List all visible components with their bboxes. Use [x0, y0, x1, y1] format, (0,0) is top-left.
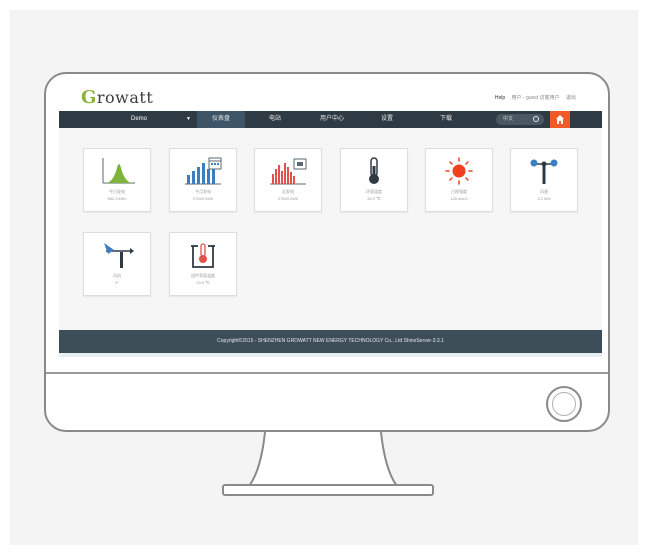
bar-calendar-icon	[170, 156, 236, 186]
tile-label: 环境温度	[366, 189, 382, 194]
tile-panel-temperature[interactable]: 组件背面温度 29.5 ℃	[169, 232, 237, 296]
tile-label: 风向	[113, 273, 121, 278]
tile-value: 27649 kWh	[192, 196, 214, 201]
tile-value: 27649 kWh	[277, 196, 299, 201]
tile-irradiance[interactable]: 日照强度 145 w/m2	[425, 148, 493, 212]
tile-label: 组件背面温度	[191, 273, 215, 278]
thermometer-icon	[341, 156, 407, 186]
nav-download[interactable]: 下载	[421, 111, 471, 128]
tile-today-energy[interactable]: 今日发电 582.3 kWh	[83, 148, 151, 212]
page: Growatt Help 用户 - guest 访客用户 退出 Demo ▼ 仪…	[0, 0, 646, 555]
sun-icon	[426, 156, 492, 186]
app-header: Growatt Help 用户 - guest 访客用户 退出	[59, 85, 602, 111]
area-chart-icon	[84, 156, 150, 186]
growatt-logo: Growatt	[81, 87, 154, 108]
language-search-box[interactable]: 中文	[496, 114, 544, 125]
tile-wind-direction[interactable]: 风向 3°	[83, 232, 151, 296]
nav-settings[interactable]: 设置	[362, 111, 412, 128]
home-button[interactable]	[550, 111, 570, 128]
wind-vane-icon	[84, 240, 150, 270]
search-icon	[533, 116, 539, 122]
tile-label: 总发电	[282, 189, 294, 194]
tile-value: 30.2 ℃	[367, 196, 381, 201]
tile-month-energy[interactable]: 今月发电 27649 kWh	[169, 148, 237, 212]
tile-total-energy[interactable]: 总发电 27649 kWh	[254, 148, 322, 212]
header-links: Help 用户 - guest 访客用户 退出	[490, 94, 576, 101]
panel-temperature-icon	[170, 240, 236, 270]
bezel-divider	[46, 372, 608, 374]
plant-selector-label: Demo	[131, 116, 148, 122]
nav-dashboard[interactable]: 仪表盘	[197, 111, 245, 128]
tile-value: 29.5 ℃	[196, 280, 210, 285]
tile-value: 3.2 M/s	[537, 196, 551, 201]
main-navbar: Demo ▼ 仪表盘 电站 用户中心 设置 下载 中文	[59, 111, 602, 128]
nav-user-center[interactable]: 用户中心	[305, 111, 359, 128]
app-footer: Copyright©2015 - SHENZHEN GROWATT NEW EN…	[59, 330, 602, 353]
nav-plant[interactable]: 电站	[251, 111, 299, 128]
plant-selector[interactable]: Demo ▼	[59, 111, 197, 128]
help-link[interactable]: Help	[495, 95, 505, 101]
tile-wind-speed[interactable]: 风速 3.2 M/s	[510, 148, 578, 212]
tile-label: 今日发电	[109, 189, 125, 194]
tile-label: 风速	[540, 189, 548, 194]
tile-value: 3°	[115, 280, 119, 285]
logout-link[interactable]: 退出	[566, 95, 576, 101]
bar-chart-total-icon	[255, 156, 321, 186]
home-icon	[556, 115, 564, 124]
screen-bottom-strip	[59, 353, 602, 357]
monitor-stand-neck	[247, 432, 399, 487]
tile-ambient-temperature[interactable]: 环境温度 30.2 ℃	[340, 148, 408, 212]
tile-label: 日照强度	[451, 189, 467, 194]
screen: Growatt Help 用户 - guest 访客用户 退出 Demo ▼ 仪…	[59, 85, 602, 357]
anemometer-icon	[511, 156, 577, 186]
monitor-stand-base	[222, 484, 434, 496]
tile-value: 582.3 kWh	[107, 196, 127, 201]
language-search-text: 中文	[503, 116, 514, 122]
tile-value: 145 w/m2	[450, 196, 468, 201]
power-button	[546, 386, 582, 422]
caret-down-icon: ▼	[186, 116, 191, 122]
copyright-text: Copyright©2015 - SHENZHEN GROWATT NEW EN…	[217, 338, 444, 344]
tile-label: 今月发电	[195, 189, 211, 194]
user-info[interactable]: 用户 - guest 访客用户	[512, 95, 560, 101]
